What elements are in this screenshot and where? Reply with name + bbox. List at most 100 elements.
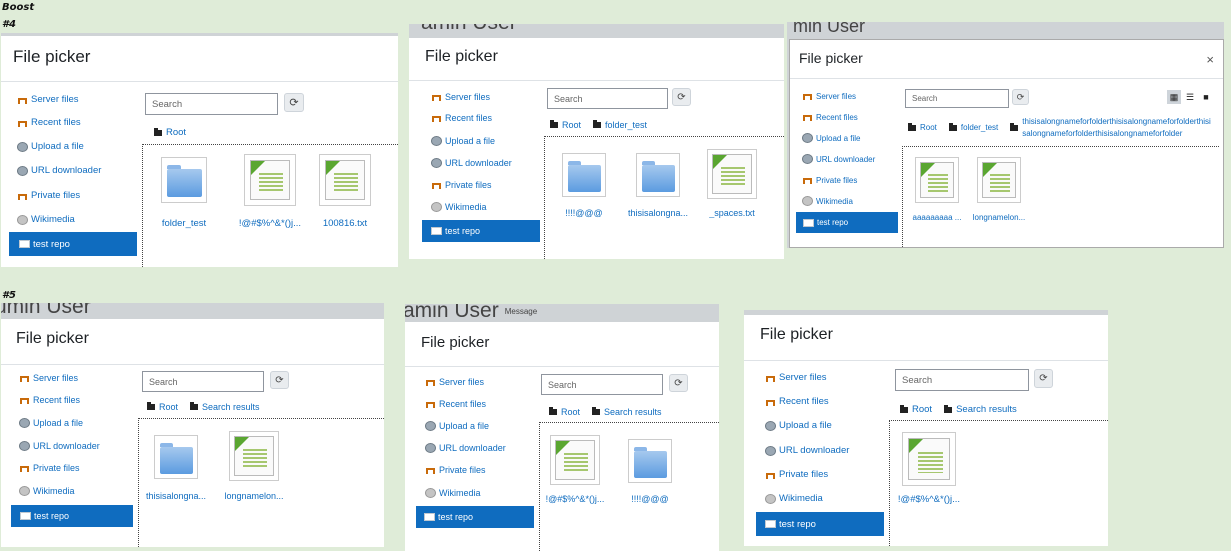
- sidebar-item-wikimedia[interactable]: Wikimedia: [425, 488, 481, 498]
- file-tile[interactable]: !@#$%^&*()j...: [542, 435, 608, 504]
- search-input[interactable]: [895, 369, 1029, 391]
- sidebar-item-label: Wikimedia: [816, 196, 853, 206]
- refresh-button[interactable]: ⟳: [672, 88, 691, 106]
- breadcrumb-root[interactable]: Root: [912, 404, 932, 415]
- sidebar-item-server-files[interactable]: Server files: [19, 373, 78, 383]
- sidebar-item-url-downloader[interactable]: URL downloader: [17, 165, 101, 176]
- sidebar-item-wikimedia[interactable]: Wikimedia: [765, 493, 823, 504]
- sidebar-item-test-repo[interactable]: test repo: [9, 232, 137, 256]
- breadcrumb-folder-test[interactable]: folder_test: [961, 122, 998, 134]
- sidebar-item-recent-files[interactable]: Recent files: [425, 399, 486, 409]
- sidebar-item-upload-file[interactable]: Upload a file: [425, 421, 489, 431]
- file-tile[interactable]: folder_test: [153, 157, 215, 229]
- search-input[interactable]: [905, 89, 1009, 108]
- refresh-button[interactable]: ⟳: [270, 371, 289, 389]
- sidebar-item-wikimedia[interactable]: Wikimedia: [802, 196, 853, 206]
- sidebar-item-private-files[interactable]: Private files: [802, 175, 857, 185]
- refresh-button[interactable]: ⟳: [669, 374, 688, 392]
- sidebar-item-recent-files[interactable]: Recent files: [802, 112, 858, 122]
- view-list-button[interactable]: ☰: [1183, 90, 1197, 104]
- sidebar-item-test-repo[interactable]: test repo: [422, 220, 540, 242]
- url-downloader-icon: [802, 154, 813, 164]
- refresh-button[interactable]: ⟳: [1012, 89, 1029, 105]
- file-name: longnamelon...: [224, 491, 284, 501]
- refresh-button[interactable]: ⟳: [1034, 369, 1053, 388]
- sidebar-item-url-downloader[interactable]: URL downloader: [765, 445, 849, 456]
- breadcrumb-search-results[interactable]: Search results: [956, 404, 1017, 415]
- file-thumbnail: [154, 435, 198, 479]
- file-tile[interactable]: 100816.txt: [313, 154, 377, 229]
- sidebar-item-server-files[interactable]: Server files: [431, 92, 490, 102]
- breadcrumb-root[interactable]: Root: [159, 402, 178, 412]
- search-input[interactable]: [145, 93, 278, 115]
- sidebar-item-test-repo[interactable]: test repo: [416, 506, 534, 528]
- refresh-icon: ⟳: [275, 374, 284, 386]
- sidebar-item-url-downloader[interactable]: URL downloader: [431, 158, 512, 168]
- search-input[interactable]: [142, 371, 264, 392]
- sidebar-item-recent-files[interactable]: Recent files: [19, 395, 80, 405]
- sidebar-item-upload-file[interactable]: Upload a file: [19, 418, 83, 428]
- breadcrumb-root[interactable]: Root: [166, 127, 186, 138]
- breadcrumb-root[interactable]: Root: [562, 120, 581, 130]
- file-tile[interactable]: thisisalongna...: [141, 435, 211, 501]
- file-tile[interactable]: !!!!@@@: [620, 439, 680, 504]
- search-input[interactable]: [547, 88, 668, 109]
- sidebar-item-upload-file[interactable]: Upload a file: [765, 420, 832, 431]
- search-input[interactable]: [541, 374, 663, 395]
- breadcrumb-search-results[interactable]: Search results: [202, 402, 260, 412]
- file-tile[interactable]: !!!!@@@: [555, 153, 613, 218]
- sidebar-item-wikimedia[interactable]: Wikimedia: [431, 202, 487, 212]
- file-tile[interactable]: thisisalongna...: [623, 153, 693, 218]
- sidebar-item-test-repo[interactable]: test repo: [11, 505, 133, 527]
- row-label-4: #4: [2, 19, 16, 30]
- sidebar-item-private-files[interactable]: Private files: [765, 469, 828, 480]
- sidebar-item-private-files[interactable]: Private files: [19, 463, 80, 473]
- sidebar-item-private-files[interactable]: Private files: [17, 190, 80, 201]
- sidebar-item-server-files[interactable]: Server files: [425, 377, 484, 387]
- breadcrumb-root[interactable]: Root: [561, 407, 580, 417]
- breadcrumb-long-folder[interactable]: thisisalongnameforfolderthisisalongnamef…: [1022, 116, 1213, 139]
- breadcrumb-root[interactable]: Root: [920, 122, 937, 134]
- sidebar-item-recent-files[interactable]: Recent files: [431, 113, 492, 123]
- file-tile[interactable]: longnamelon...: [971, 157, 1027, 222]
- dialog-header: File picker: [409, 38, 784, 81]
- wikimedia-icon: [19, 486, 30, 496]
- sidebar-item-url-downloader[interactable]: URL downloader: [19, 441, 100, 451]
- file-tile[interactable]: _spaces.txt: [703, 149, 761, 218]
- sidebar-item-server-files[interactable]: Server files: [17, 94, 79, 105]
- file-tile[interactable]: aaaaaaaaa ...: [909, 157, 965, 222]
- sidebar-item-private-files[interactable]: Private files: [425, 465, 486, 475]
- sidebar-item-recent-files[interactable]: Recent files: [765, 396, 829, 407]
- sidebar-item-label: test repo: [445, 226, 481, 236]
- wikimedia-icon: [425, 488, 436, 498]
- file-tile[interactable]: longnamelon...: [219, 431, 289, 501]
- sidebar-item-recent-files[interactable]: Recent files: [17, 117, 81, 128]
- sidebar-item-upload-file[interactable]: Upload a file: [431, 136, 495, 146]
- file-name: !@#$%^&*()j...: [545, 494, 605, 504]
- breadcrumb-folder-test[interactable]: folder_test: [605, 120, 647, 130]
- sidebar-item-test-repo[interactable]: test repo: [756, 512, 884, 536]
- sidebar-item-url-downloader[interactable]: URL downloader: [425, 443, 506, 453]
- sidebar-item-private-files[interactable]: Private files: [431, 180, 492, 190]
- close-button[interactable]: ×: [1206, 52, 1214, 67]
- file-tile[interactable]: !@#$%^&*()j...: [896, 432, 962, 505]
- view-tree-button[interactable]: ■: [1199, 90, 1213, 104]
- sidebar-item-test-repo[interactable]: test repo: [796, 212, 898, 233]
- folder-icon: [1010, 122, 1019, 131]
- sidebar-item-wikimedia[interactable]: Wikimedia: [19, 486, 75, 496]
- file-tile[interactable]: !@#$%^&*()j...: [235, 154, 305, 229]
- view-icons-button[interactable]: ▦: [1167, 90, 1181, 104]
- sidebar-item-label: Recent files: [31, 117, 81, 128]
- breadcrumb-search-results[interactable]: Search results: [604, 407, 662, 417]
- grid-icon: ▦: [1169, 91, 1179, 102]
- sidebar-item-server-files[interactable]: Server files: [802, 91, 856, 101]
- upload-icon: [19, 418, 30, 428]
- sidebar-item-url-downloader[interactable]: URL downloader: [802, 154, 875, 164]
- sidebar-item-server-files[interactable]: Server files: [765, 372, 827, 383]
- breadcrumb: Root folder_test: [544, 120, 653, 130]
- sidebar-item-upload-file[interactable]: Upload a file: [802, 133, 860, 143]
- sidebar-item-upload-file[interactable]: Upload a file: [17, 141, 84, 152]
- refresh-button[interactable]: ⟳: [284, 93, 304, 112]
- background-user-name: umin User: [1, 303, 91, 318]
- sidebar-item-wikimedia[interactable]: Wikimedia: [17, 214, 75, 225]
